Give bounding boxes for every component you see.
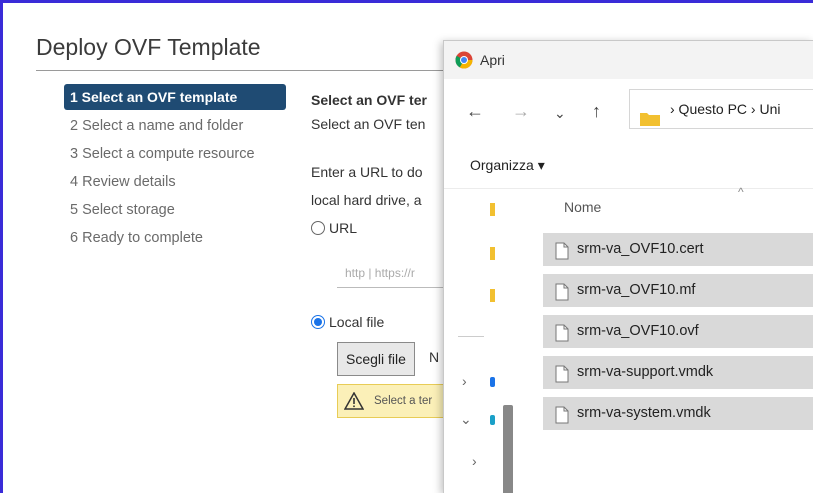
up-arrow-icon[interactable]: ↑ [592,101,601,122]
address-path: › Questo PC › Uni [670,101,781,117]
navigation-pane: › ⌄ › [444,189,514,493]
file-item[interactable]: srm-va_OVF10.mf [543,274,813,307]
file-name: srm-va_OVF10.cert [577,241,704,257]
warning-text: Select a ter [374,395,433,407]
choose-file-button[interactable]: Scegli file [337,342,415,376]
nav-divider [458,336,484,337]
step-review-details[interactable]: 4 Review details [64,168,286,196]
file-name: srm-va-system.vmdk [577,405,711,421]
dialog-command-bar: Organizza ▾ [444,141,813,189]
local-file-option[interactable]: Local file [311,314,384,330]
dialog-titlebar[interactable]: Apri [444,41,813,79]
address-bar[interactable]: › Questo PC › Uni [629,89,813,129]
file-icon [555,322,569,355]
file-item[interactable]: srm-va_OVF10.ovf [543,315,813,348]
file-list: srm-va_OVF10.cert srm-va_OVF10.mf srm-va… [543,233,813,438]
file-item[interactable]: srm-va_OVF10.cert [543,233,813,266]
warning-icon [343,391,365,417]
dialog-navbar: ← → ⌄ ↑ › Questo PC › Uni [444,79,813,141]
back-arrow-icon[interactable]: ← [466,101,484,122]
step-select-storage[interactable]: 5 Select storage [64,196,286,224]
step-select-ovf-template[interactable]: 1 Select an OVF template [64,84,286,110]
content-description-line1: Enter a URL to do [311,164,423,180]
content-description-line2: local hard drive, a [311,192,422,208]
local-file-radio-label: Local file [329,314,385,330]
title-divider [36,70,456,71]
url-radio[interactable] [311,221,325,235]
expand-chevron-icon[interactable]: › [462,373,467,389]
wizard-title: Deploy OVF Template [36,34,261,60]
file-name: srm-va_OVF10.ovf [577,323,699,339]
collapse-chevron-icon[interactable]: ⌄ [460,411,472,428]
file-item[interactable]: srm-va-system.vmdk [543,397,813,430]
chrome-icon [455,51,473,74]
url-radio-label: URL [329,220,358,236]
open-file-dialog: Apri ← → ⌄ ↑ › Questo PC › Uni Organizza… [443,40,813,493]
dialog-title: Apri [480,52,505,68]
cloud-icon [490,377,495,387]
file-item[interactable]: srm-va-support.vmdk [543,356,813,389]
no-file-chosen-text: N [429,349,440,365]
file-icon [555,240,569,273]
content-subheading: Select an OVF ten [311,116,426,132]
folder-icon [640,102,660,128]
file-icon [555,363,569,396]
quick-access-folder-icon[interactable] [490,247,495,260]
sort-caret-icon: ^ [738,185,744,199]
quick-access-folder-icon[interactable] [490,203,495,216]
local-file-radio[interactable] [311,315,325,329]
column-header-name[interactable]: Nome [564,199,601,215]
step-select-compute-resource[interactable]: 3 Select a compute resource [64,140,286,168]
recent-locations-chevron-icon[interactable]: ⌄ [554,105,566,122]
file-name: srm-va-support.vmdk [577,364,714,380]
nav-scrollbar[interactable] [503,405,513,493]
this-pc-icon [490,415,495,425]
file-name: srm-va_OVF10.mf [577,282,696,298]
file-icon [555,281,569,314]
quick-access-folder-icon[interactable] [490,289,495,302]
forward-arrow-icon[interactable]: → [512,101,530,122]
content-heading: Select an OVF ter [311,92,427,108]
organize-menu[interactable]: Organizza ▾ [470,157,545,174]
step-select-name-folder[interactable]: 2 Select a name and folder [64,112,286,140]
expand-chevron-icon[interactable]: › [472,453,477,469]
file-icon [555,404,569,437]
url-option[interactable]: URL [311,220,357,236]
wizard-steps: 1 Select an OVF template 2 Select a name… [64,84,286,252]
step-ready-to-complete[interactable]: 6 Ready to complete [64,224,286,252]
